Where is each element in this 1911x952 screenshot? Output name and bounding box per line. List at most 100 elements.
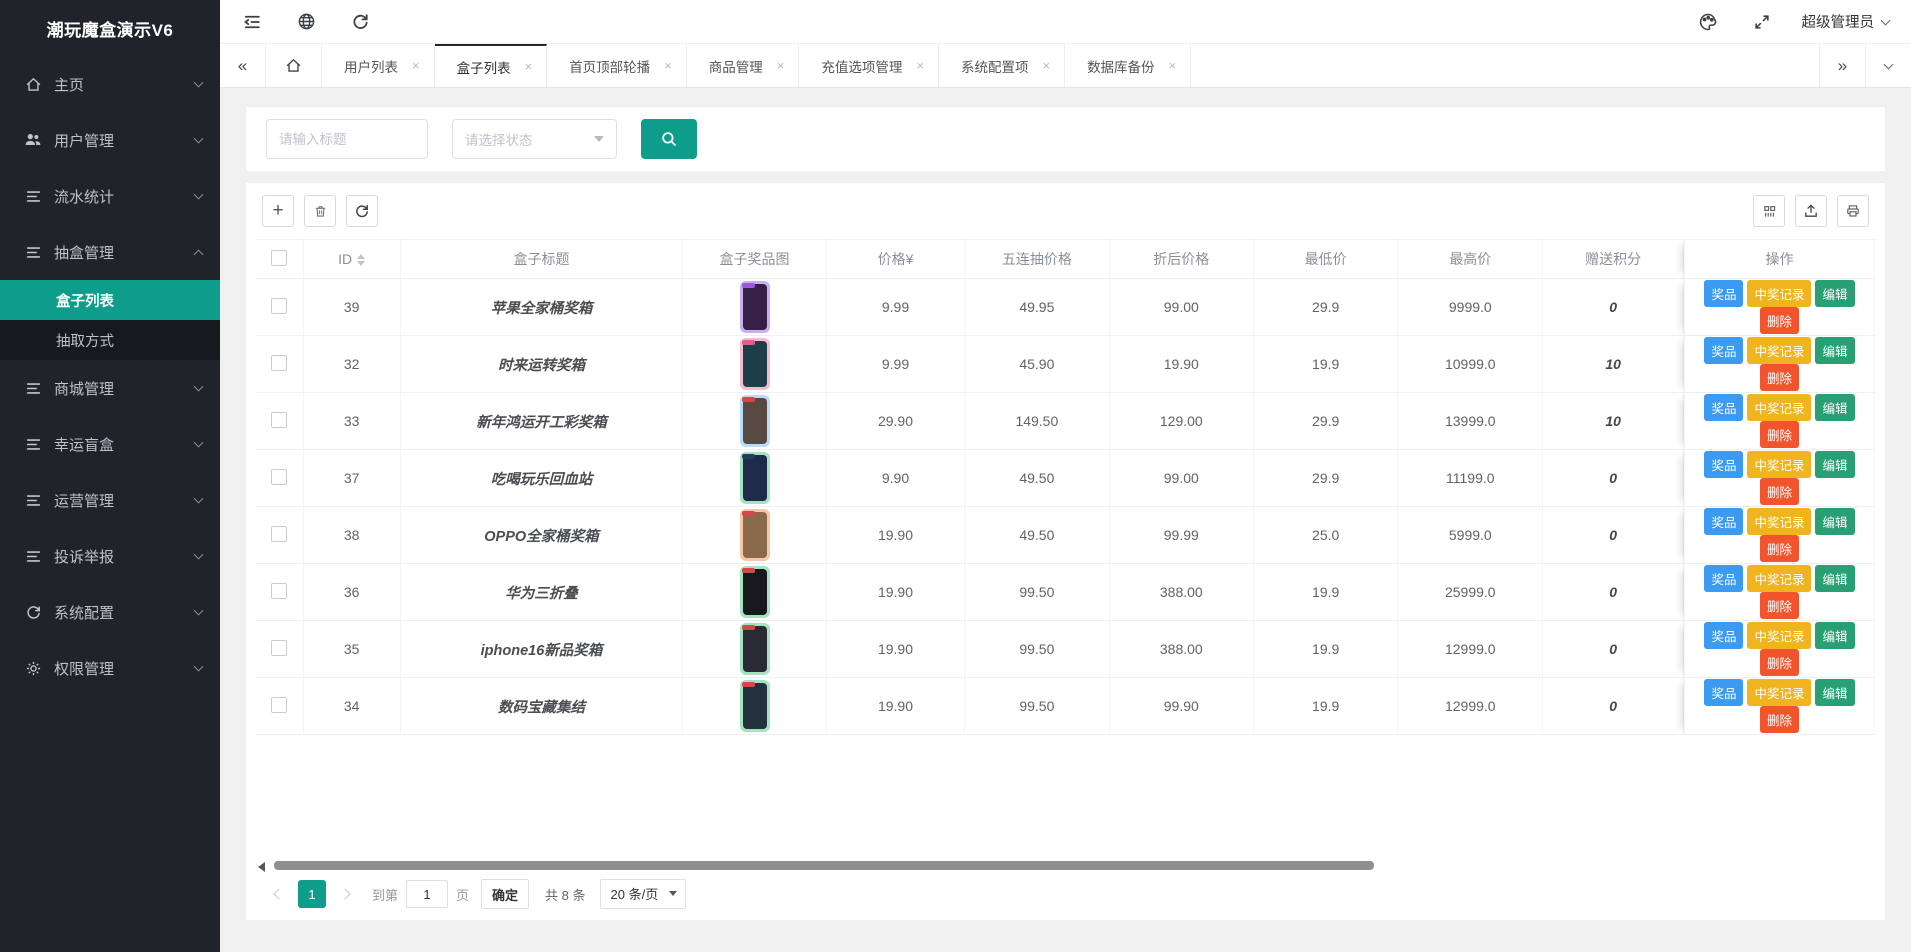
sidebar-item[interactable]: 系统配置: [0, 584, 220, 640]
tabs-scroll-right[interactable]: »: [1819, 44, 1865, 87]
confirm-page-button[interactable]: 确定: [481, 879, 529, 909]
edit-button[interactable]: 编辑: [1815, 394, 1854, 421]
prize-button[interactable]: 奖品: [1704, 394, 1743, 421]
home-tab[interactable]: [266, 44, 322, 87]
tab-close-icon[interactable]: ×: [525, 59, 533, 74]
sidebar-item[interactable]: 权限管理: [0, 640, 220, 696]
sidebar-subitem[interactable]: 盒子列表: [0, 280, 220, 320]
prize-button[interactable]: 奖品: [1704, 508, 1743, 535]
row-checkbox[interactable]: [271, 298, 287, 314]
sidebar-item[interactable]: 主页: [0, 56, 220, 112]
prev-page-button[interactable]: [266, 881, 292, 907]
add-button[interactable]: +: [262, 195, 294, 227]
scroll-left-arrow-icon[interactable]: [258, 862, 265, 872]
delete-button[interactable]: 删除: [1760, 478, 1799, 505]
sidebar-item[interactable]: 幸运盲盒: [0, 416, 220, 472]
sort-icon[interactable]: [357, 254, 365, 266]
prize-button[interactable]: 奖品: [1704, 565, 1743, 592]
prize-button[interactable]: 奖品: [1704, 451, 1743, 478]
win-record-button[interactable]: 中奖记录: [1747, 394, 1811, 421]
table-scroll-area[interactable]: ID盒子标题盒子奖品图价格¥五连抽价格折后价格最低价最高价赠送积分操作 39苹果…: [256, 239, 1875, 735]
delete-button[interactable]: 删除: [1760, 649, 1799, 676]
delete-button[interactable]: 删除: [1760, 535, 1799, 562]
delete-button[interactable]: 删除: [1760, 592, 1799, 619]
tab[interactable]: 数据库备份×: [1065, 44, 1191, 87]
tab-close-icon[interactable]: ×: [777, 58, 785, 73]
tab[interactable]: 系统配置项×: [939, 44, 1065, 87]
edit-button[interactable]: 编辑: [1815, 508, 1854, 535]
win-record-button[interactable]: 中奖记录: [1747, 622, 1811, 649]
delete-button[interactable]: 删除: [1760, 421, 1799, 448]
columns-toggle-button[interactable]: [1753, 195, 1785, 227]
row-checkbox[interactable]: [271, 640, 287, 656]
edit-button[interactable]: 编辑: [1815, 679, 1854, 706]
prize-image[interactable]: [740, 281, 770, 333]
tab-close-icon[interactable]: ×: [916, 58, 924, 73]
fullscreen-icon[interactable]: [1752, 12, 1772, 32]
tabs-menu-toggle[interactable]: [1865, 44, 1911, 87]
edit-button[interactable]: 编辑: [1815, 337, 1854, 364]
prize-image[interactable]: [740, 395, 770, 447]
next-page-button[interactable]: [332, 881, 358, 907]
row-checkbox[interactable]: [271, 526, 287, 542]
prize-button[interactable]: 奖品: [1704, 337, 1743, 364]
win-record-button[interactable]: 中奖记录: [1747, 508, 1811, 535]
print-button[interactable]: [1837, 195, 1869, 227]
win-record-button[interactable]: 中奖记录: [1747, 337, 1811, 364]
current-page-button[interactable]: 1: [298, 880, 326, 908]
edit-button[interactable]: 编辑: [1815, 451, 1854, 478]
title-search-input[interactable]: [266, 119, 428, 159]
prize-button[interactable]: 奖品: [1704, 679, 1743, 706]
delete-button[interactable]: 删除: [1760, 364, 1799, 391]
win-record-button[interactable]: 中奖记录: [1747, 679, 1811, 706]
tab[interactable]: 充值选项管理×: [799, 44, 939, 87]
scrollbar-thumb[interactable]: [274, 861, 1374, 870]
tab[interactable]: 盒子列表×: [435, 44, 548, 87]
sidebar-item[interactable]: 投诉举报: [0, 528, 220, 584]
win-record-button[interactable]: 中奖记录: [1747, 280, 1811, 307]
sidebar-subitem[interactable]: 抽取方式: [0, 320, 220, 360]
prize-image[interactable]: [740, 338, 770, 390]
tab-close-icon[interactable]: ×: [412, 58, 420, 73]
sidebar-item[interactable]: 抽盒管理: [0, 224, 220, 280]
horizontal-scrollbar[interactable]: [256, 858, 1875, 874]
sidebar-item[interactable]: 运营管理: [0, 472, 220, 528]
delete-selected-button[interactable]: [304, 195, 336, 227]
prize-image[interactable]: [740, 509, 770, 561]
status-select[interactable]: 请选择状态: [452, 119, 617, 159]
prize-image[interactable]: [740, 623, 770, 675]
sidebar-item[interactable]: 用户管理: [0, 112, 220, 168]
search-button[interactable]: [641, 119, 697, 159]
row-checkbox[interactable]: [271, 412, 287, 428]
prize-button[interactable]: 奖品: [1704, 280, 1743, 307]
delete-button[interactable]: 删除: [1760, 706, 1799, 733]
sidebar-item[interactable]: 流水统计: [0, 168, 220, 224]
menu-fold-icon[interactable]: [242, 12, 262, 32]
user-menu[interactable]: 超级管理员: [1802, 11, 1890, 32]
export-button[interactable]: [1795, 195, 1827, 227]
prize-image[interactable]: [740, 566, 770, 618]
tab-close-icon[interactable]: ×: [1042, 58, 1050, 73]
row-checkbox[interactable]: [271, 583, 287, 599]
theme-palette-icon[interactable]: [1698, 12, 1718, 32]
win-record-button[interactable]: 中奖记录: [1747, 451, 1811, 478]
edit-button[interactable]: 编辑: [1815, 622, 1854, 649]
refresh-icon[interactable]: [350, 12, 370, 32]
globe-icon[interactable]: [296, 12, 316, 32]
edit-button[interactable]: 编辑: [1815, 565, 1854, 592]
tabs-scroll-left[interactable]: «: [220, 44, 266, 87]
tab[interactable]: 商品管理×: [687, 44, 800, 87]
row-checkbox[interactable]: [271, 355, 287, 371]
prize-image[interactable]: [740, 680, 770, 732]
tab[interactable]: 用户列表×: [322, 44, 435, 87]
row-checkbox[interactable]: [271, 469, 287, 485]
tab-close-icon[interactable]: ×: [664, 58, 672, 73]
tab[interactable]: 首页顶部轮播×: [547, 44, 687, 87]
prize-image[interactable]: [740, 452, 770, 504]
tab-close-icon[interactable]: ×: [1169, 58, 1177, 73]
refresh-table-button[interactable]: [346, 195, 378, 227]
edit-button[interactable]: 编辑: [1815, 280, 1854, 307]
delete-button[interactable]: 删除: [1760, 307, 1799, 334]
sidebar-item[interactable]: 商城管理: [0, 360, 220, 416]
win-record-button[interactable]: 中奖记录: [1747, 565, 1811, 592]
